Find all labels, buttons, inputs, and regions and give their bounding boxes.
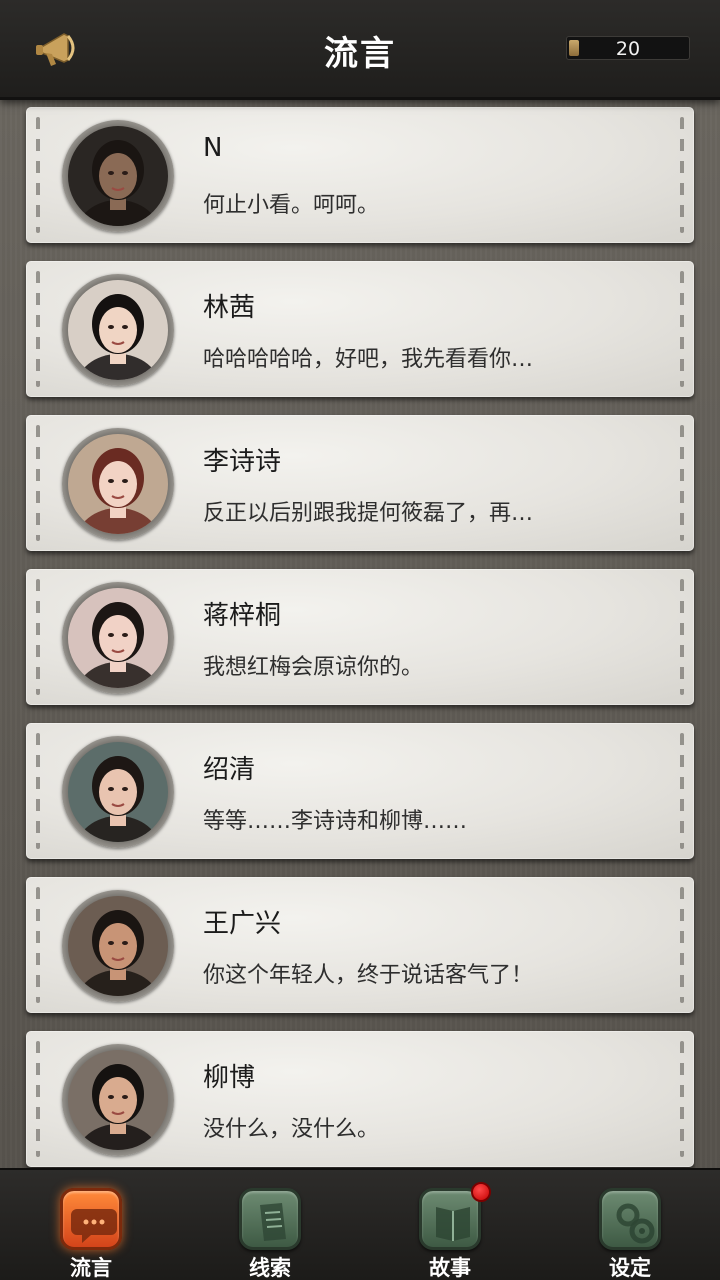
message-preview: 哈哈哈哈哈，好吧，我先看看你… <box>203 347 534 372</box>
contact-name: 柳博 <box>203 1063 256 1093</box>
contact-name: 蒋梓桐 <box>203 601 282 631</box>
contact-name: 绍清 <box>203 755 256 785</box>
card-stitch-right <box>680 271 684 387</box>
message-card[interactable]: N 何止小看。呵呵。 <box>26 107 694 243</box>
nav-label: 故事 <box>429 1255 471 1280</box>
avatar-frame <box>62 736 174 848</box>
message-preview: 你这个年轻人，终于说话客气了！ <box>203 963 534 988</box>
card-stitch-left <box>36 425 40 541</box>
avatar-linqian <box>68 280 168 380</box>
avatar-frame <box>62 120 174 232</box>
chat-bubble-icon <box>60 1188 122 1250</box>
energy-counter-value: 20 <box>615 38 641 60</box>
avatar-lishishi <box>68 434 168 534</box>
card-stitch-right <box>680 887 684 1003</box>
nav-label: 流言 <box>70 1255 112 1280</box>
nav-item-3[interactable]: 故事 <box>395 1182 505 1280</box>
avatar-wangguangxing <box>68 896 168 996</box>
message-card[interactable]: 林茜哈哈哈哈哈，好吧，我先看看你… <box>26 261 694 397</box>
nav-item-4[interactable]: 设定 <box>575 1184 685 1280</box>
card-stitch-right <box>680 425 684 541</box>
message-card[interactable]: 李诗诗反正以后别跟我提何筱磊了，再… <box>26 415 694 551</box>
nav-item-2[interactable]: 线索 <box>215 1184 325 1280</box>
avatar-shaoqing <box>68 742 168 842</box>
card-stitch-left <box>36 579 40 695</box>
message-preview: 反正以后别跟我提何筱磊了，再… <box>203 501 534 526</box>
card-stitch-right <box>680 117 684 233</box>
avatar-frame <box>62 890 174 1002</box>
message-preview: 我想红梅会原谅你的。 <box>203 655 424 680</box>
message-card[interactable]: 绍清等等……李诗诗和柳博…… <box>26 723 694 859</box>
header-bar: 流言 20 <box>0 0 720 100</box>
card-stitch-right <box>680 733 684 849</box>
card-stitch-right <box>680 1041 684 1157</box>
message-card[interactable]: 蒋梓桐我想红梅会原谅你的。 <box>26 569 694 705</box>
card-stitch-left <box>36 1041 40 1157</box>
avatar-frame <box>62 428 174 540</box>
avatar-frame <box>62 582 174 694</box>
card-stitch-left <box>36 733 40 849</box>
notification-badge <box>471 1182 491 1202</box>
gear-icon <box>599 1188 661 1250</box>
energy-counter: 20 <box>566 36 690 60</box>
rumor-list[interactable]: N 何止小看。呵呵。林茜哈哈哈哈哈，好吧，我先看看你… 李诗诗反正以后别跟我提何筱磊… <box>0 100 720 1168</box>
message-preview: 何止小看。呵呵。 <box>203 193 380 218</box>
nav-item-1[interactable]: 流言 <box>36 1184 146 1280</box>
contact-name: 林茜 <box>203 293 256 323</box>
card-stitch-left <box>36 117 40 233</box>
card-stitch-right <box>680 579 684 695</box>
document-icon <box>239 1188 301 1250</box>
contact-name: 李诗诗 <box>203 447 282 477</box>
message-preview: 没什么，没什么。 <box>203 1117 380 1142</box>
message-card[interactable]: 王广兴你这个年轻人，终于说话客气了！ <box>26 877 694 1013</box>
avatar-n <box>68 126 168 226</box>
message-preview: 等等……李诗诗和柳博…… <box>203 809 468 834</box>
message-card[interactable]: 柳博没什么，没什么。 <box>26 1031 694 1167</box>
nav-label: 线索 <box>249 1255 291 1280</box>
avatar-frame <box>62 274 174 386</box>
nav-label: 设定 <box>609 1255 651 1280</box>
avatar-jiangzitong <box>68 588 168 688</box>
contact-name: N <box>203 133 223 163</box>
contact-name: 王广兴 <box>203 909 282 939</box>
avatar-frame <box>62 1044 174 1156</box>
card-stitch-left <box>36 887 40 1003</box>
card-stitch-left <box>36 271 40 387</box>
bottom-nav: 流言 线索 故事 设定 <box>0 1168 720 1280</box>
avatar-liubo <box>68 1050 168 1150</box>
